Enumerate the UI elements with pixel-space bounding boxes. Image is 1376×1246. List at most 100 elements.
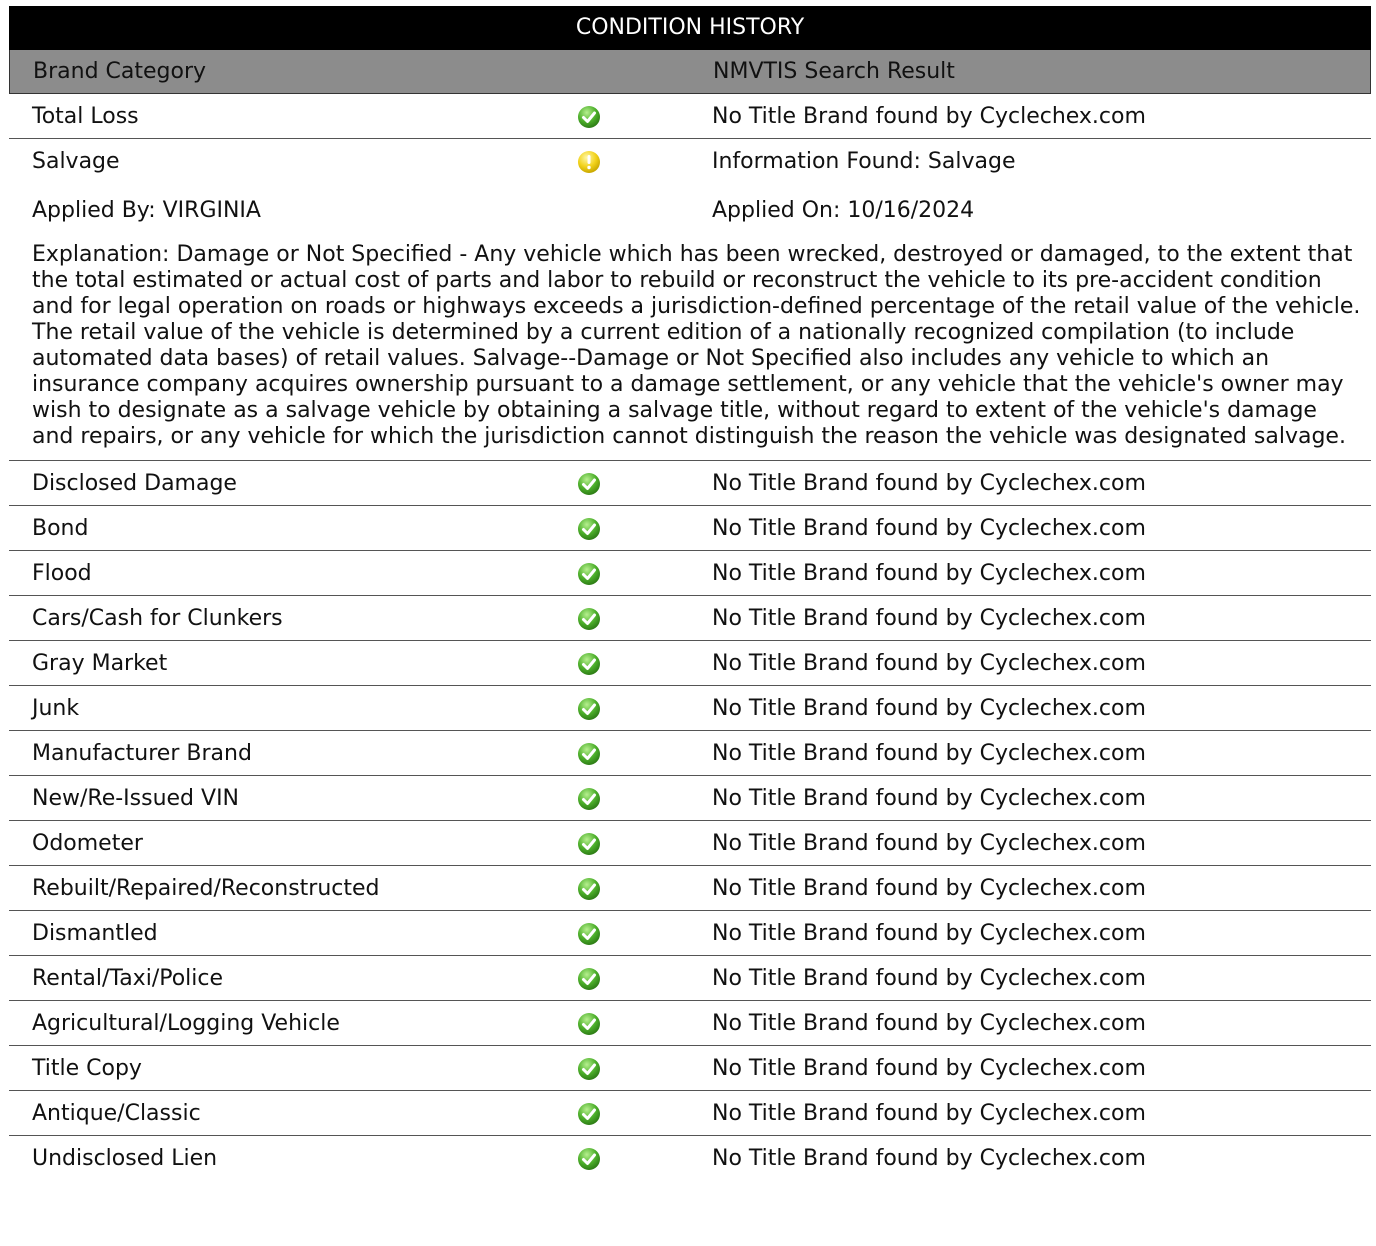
green-check-icon bbox=[577, 1012, 601, 1036]
status-cell bbox=[569, 686, 689, 730]
search-result-cell: Information Found: Salvage bbox=[712, 149, 1016, 174]
brand-rows-bottom: Disclosed Damage No Title Brand found by … bbox=[9, 461, 1371, 1181]
status-cell bbox=[569, 731, 689, 775]
status-cell bbox=[569, 551, 689, 595]
brand-category-cell: Antique/Classic bbox=[32, 1100, 201, 1126]
green-check-icon bbox=[577, 967, 601, 991]
search-result-cell: No Title Brand found by Cyclechex.com bbox=[712, 1010, 1146, 1036]
green-check-icon bbox=[577, 607, 601, 631]
brand-category-cell: Salvage bbox=[32, 149, 120, 174]
column-header-row: Brand Category NMVTIS Search Result bbox=[9, 50, 1371, 94]
condition-history-report: CONDITION HISTORY Brand Category NMVTIS … bbox=[9, 6, 1371, 1181]
green-check-icon bbox=[577, 1057, 601, 1081]
brand-row: Rental/Taxi/Police No Title Brand found b… bbox=[9, 956, 1371, 1001]
brand-category-cell: Title Copy bbox=[32, 1055, 142, 1081]
brand-row: Junk No Title Brand found by Cyclechex.co… bbox=[9, 686, 1371, 731]
applied-by: Applied By: VIRGINIA bbox=[32, 197, 261, 223]
green-check-icon bbox=[577, 652, 601, 676]
brand-category-cell: Flood bbox=[32, 560, 92, 586]
search-result-cell: No Title Brand found by Cyclechex.com bbox=[712, 965, 1146, 991]
brand-category-cell: Agricultural/Logging Vehicle bbox=[32, 1010, 340, 1036]
status-cell bbox=[569, 866, 689, 910]
search-result-cell: No Title Brand found by Cyclechex.com bbox=[712, 740, 1146, 766]
status-cell bbox=[569, 596, 689, 640]
brand-row: Gray Market No Title Brand found by Cycle… bbox=[9, 641, 1371, 686]
green-check-icon bbox=[577, 1102, 601, 1126]
green-check-icon bbox=[577, 1147, 601, 1171]
brand-row: Manufacturer Brand No Title Brand found b… bbox=[9, 731, 1371, 776]
brand-row: Odometer No Title Brand found by Cycleche… bbox=[9, 821, 1371, 866]
brand-category-cell: Dismantled bbox=[32, 920, 158, 946]
brand-category-cell: Bond bbox=[32, 515, 89, 541]
search-result-cell: No Title Brand found by Cyclechex.com bbox=[712, 785, 1146, 811]
brand-row: Salvage Information Found: Salvage bbox=[9, 139, 1371, 184]
brand-row: New/Re-Issued VIN No Title Brand found by… bbox=[9, 776, 1371, 821]
brand-rows-top: Total Loss No Title Brand found by Cyclec… bbox=[9, 94, 1371, 184]
brand-row: Bond No Title Brand found by Cyclechex.co… bbox=[9, 506, 1371, 551]
salvage-explanation: Explanation: Damage or Not Specified - A… bbox=[9, 236, 1371, 461]
search-result-cell: No Title Brand found by Cyclechex.com bbox=[712, 1146, 1146, 1171]
green-check-icon bbox=[577, 922, 601, 946]
yellow-exclamation-icon bbox=[577, 150, 601, 174]
status-cell bbox=[569, 506, 689, 550]
brand-row: Title Copy No Title Brand found by Cyclec… bbox=[9, 1046, 1371, 1091]
status-cell bbox=[569, 821, 689, 865]
green-check-icon bbox=[577, 562, 601, 586]
brand-row: Undisclosed Lien No Title Brand found by … bbox=[9, 1136, 1371, 1181]
search-result-cell: No Title Brand found by Cyclechex.com bbox=[712, 470, 1146, 496]
search-result-cell: No Title Brand found by Cyclechex.com bbox=[712, 1055, 1146, 1081]
status-cell bbox=[569, 1001, 689, 1045]
green-check-icon bbox=[577, 517, 601, 541]
green-check-icon bbox=[577, 105, 601, 129]
brand-category-cell: Junk bbox=[32, 695, 80, 721]
green-check-icon bbox=[577, 697, 601, 721]
green-check-icon bbox=[577, 877, 601, 901]
brand-row: Total Loss No Title Brand found by Cyclec… bbox=[9, 94, 1371, 139]
brand-category-cell: Gray Market bbox=[32, 650, 168, 676]
report-title: CONDITION HISTORY bbox=[9, 6, 1371, 50]
status-cell bbox=[569, 911, 689, 955]
green-check-icon bbox=[577, 742, 601, 766]
green-check-icon bbox=[577, 472, 601, 496]
search-result-cell: No Title Brand found by Cyclechex.com bbox=[712, 605, 1146, 631]
search-result-cell: No Title Brand found by Cyclechex.com bbox=[712, 830, 1146, 856]
status-cell bbox=[569, 776, 689, 820]
status-cell bbox=[569, 139, 689, 184]
search-result-cell: No Title Brand found by Cyclechex.com bbox=[712, 560, 1146, 586]
brand-row: Rebuilt/Repaired/Reconstructed No Title B… bbox=[9, 866, 1371, 911]
brand-category-cell: Disclosed Damage bbox=[32, 470, 237, 496]
search-result-cell: No Title Brand found by Cyclechex.com bbox=[712, 103, 1146, 129]
status-cell bbox=[569, 956, 689, 1000]
brand-category-header: Brand Category bbox=[33, 59, 207, 84]
green-check-icon bbox=[577, 787, 601, 811]
search-result-header: NMVTIS Search Result bbox=[713, 59, 955, 84]
brand-category-cell: Total Loss bbox=[32, 103, 139, 129]
brand-row: Dismantled No Title Brand found by Cyclec… bbox=[9, 911, 1371, 956]
brand-category-cell: New/Re-Issued VIN bbox=[32, 785, 240, 811]
search-result-cell: No Title Brand found by Cyclechex.com bbox=[712, 695, 1146, 721]
brand-category-cell: Rental/Taxi/Police bbox=[32, 965, 224, 991]
brand-row: Antique/Classic No Title Brand found by C… bbox=[9, 1091, 1371, 1136]
brand-row: Cars/Cash for Clunkers No Title Brand fou… bbox=[9, 596, 1371, 641]
brand-row: Agricultural/Logging Vehicle No Title Bra… bbox=[9, 1001, 1371, 1046]
search-result-cell: No Title Brand found by Cyclechex.com bbox=[712, 650, 1146, 676]
search-result-cell: No Title Brand found by Cyclechex.com bbox=[712, 1100, 1146, 1126]
status-cell bbox=[569, 94, 689, 138]
brand-category-cell: Manufacturer Brand bbox=[32, 740, 252, 766]
search-result-cell: No Title Brand found by Cyclechex.com bbox=[712, 920, 1146, 946]
applied-on: Applied On: 10/16/2024 bbox=[712, 197, 975, 223]
search-result-cell: No Title Brand found by Cyclechex.com bbox=[712, 515, 1146, 541]
salvage-applied-row: Applied By: VIRGINIA Applied On: 10/16/2… bbox=[9, 184, 1371, 236]
brand-category-cell: Odometer bbox=[32, 830, 143, 856]
search-result-cell: No Title Brand found by Cyclechex.com bbox=[712, 875, 1146, 901]
brand-row: Flood No Title Brand found by Cyclechex.c… bbox=[9, 551, 1371, 596]
brand-category-cell: Rebuilt/Repaired/Reconstructed bbox=[32, 875, 380, 901]
brand-category-cell: Undisclosed Lien bbox=[32, 1146, 218, 1171]
status-cell bbox=[569, 1091, 689, 1135]
status-cell bbox=[569, 461, 689, 505]
status-cell bbox=[569, 1046, 689, 1090]
brand-row: Disclosed Damage No Title Brand found by … bbox=[9, 461, 1371, 506]
status-cell bbox=[569, 641, 689, 685]
green-check-icon bbox=[577, 832, 601, 856]
status-cell bbox=[569, 1136, 689, 1181]
